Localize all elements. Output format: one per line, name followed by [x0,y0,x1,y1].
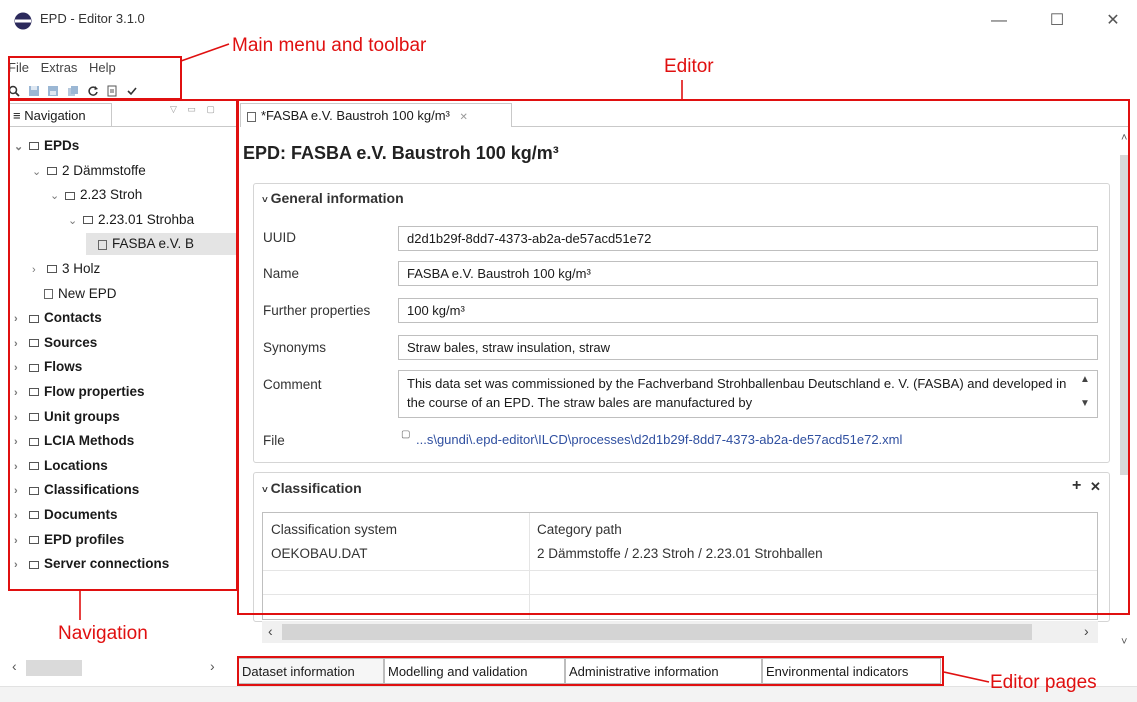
navigation-scrollbar-thumb[interactable] [26,660,82,676]
scroll-right-icon[interactable]: › [210,658,215,674]
scroll-down-icon[interactable]: ˅ [1121,636,1127,648]
navigation-annotation-box [8,99,238,591]
editor-annotation-line [681,80,683,100]
app-logo-icon [14,12,32,30]
window-title: EPD - Editor 3.1.0 [40,11,145,26]
editor-annotation-box [237,99,1130,615]
maximize-button[interactable]: ☐ [1034,6,1080,36]
status-bar [0,686,1137,702]
close-button[interactable]: ✕ [1090,6,1136,36]
pages-annotation-line [944,671,990,683]
minimize-button[interactable]: — [976,6,1022,36]
editor-annotation-label: Editor [664,56,714,77]
pages-annotation-box [237,656,944,686]
menu-annotation-line [180,43,230,62]
scroll-right-icon[interactable]: › [1084,623,1089,639]
scroll-left-icon[interactable]: ‹ [268,623,273,639]
editor-horizontal-scrollbar-thumb[interactable] [282,624,1032,640]
menu-annotation-box [8,56,182,100]
title-bar [0,0,1137,40]
scroll-left-icon[interactable]: ‹ [12,658,17,674]
pages-annotation-label: Editor pages [990,672,1097,693]
menu-annotation-label: Main menu and toolbar [232,35,427,56]
navigation-annotation-line [79,590,81,620]
navigation-annotation-label: Navigation [58,623,148,644]
